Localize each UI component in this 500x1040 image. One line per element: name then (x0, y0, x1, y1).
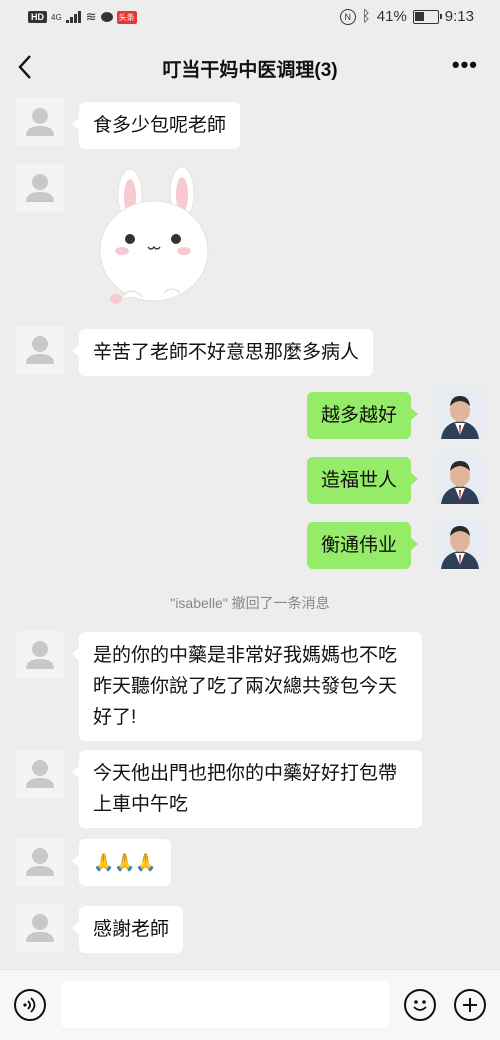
message-bubble[interactable]: 食多少包呢老師 (71, 102, 241, 149)
battery-percent: 41% (376, 8, 407, 25)
hd-badge: HD (28, 11, 47, 23)
clock: 9:13 (444, 8, 474, 25)
message-input[interactable] (61, 981, 389, 1028)
message-bubble[interactable]: 是的你的中藥是非常好我媽媽也不吃昨天聽你說了吃了兩次總共發包今天好了! (72, 632, 422, 741)
emoji-icon[interactable] (404, 989, 436, 1021)
chat-header: 叮当干妈中医调理(3) ••• (0, 36, 500, 98)
signal-icon (65, 11, 82, 23)
message-bubble[interactable]: 感謝老師 (71, 906, 184, 953)
wifi-icon: ≋ (85, 9, 97, 24)
message-bubble[interactable]: 🙏🙏🙏 (72, 839, 171, 886)
avatar[interactable] (16, 326, 64, 374)
bluetooth-icon: ᛒ (361, 8, 371, 25)
message-bubble[interactable]: 今天他出門也把你的中藥好好打包帶上車中午吃 (72, 750, 422, 828)
self-avatar[interactable] (435, 519, 485, 569)
message-bubble-self[interactable]: 衡通伟业 (307, 522, 419, 569)
input-bar (0, 969, 500, 1040)
status-bar: HD 4G ≋ 头条 N ᛒ 41% 9:13 (0, 0, 500, 36)
avatar[interactable] (16, 631, 64, 679)
voice-icon[interactable] (14, 989, 46, 1021)
self-avatar[interactable] (435, 389, 485, 439)
message-icon (100, 12, 113, 22)
message-bubble-self[interactable]: 造福世人 (307, 457, 419, 504)
avatar[interactable] (16, 98, 64, 146)
recall-notice: "isabelle" 撤回了一条消息 (170, 595, 330, 611)
battery-icon (412, 9, 442, 24)
network-type: 4G (51, 12, 62, 22)
nfc-icon: N (339, 8, 356, 25)
avatar[interactable] (16, 904, 64, 952)
more-options-button[interactable]: ••• (452, 52, 478, 78)
chat-title: 叮当干妈中医调理(3) (162, 60, 338, 81)
message-bubble[interactable]: 辛苦了老師不好意思那麼多病人 (71, 329, 374, 376)
avatar[interactable] (16, 838, 64, 886)
rabbit-sticker[interactable] (92, 165, 216, 307)
message-bubble-self[interactable]: 越多越好 (307, 392, 419, 439)
self-avatar[interactable] (435, 454, 485, 504)
plus-icon[interactable] (454, 989, 486, 1021)
avatar[interactable] (16, 750, 64, 798)
news-badge: 头条 (116, 10, 137, 24)
avatar[interactable] (16, 164, 64, 212)
